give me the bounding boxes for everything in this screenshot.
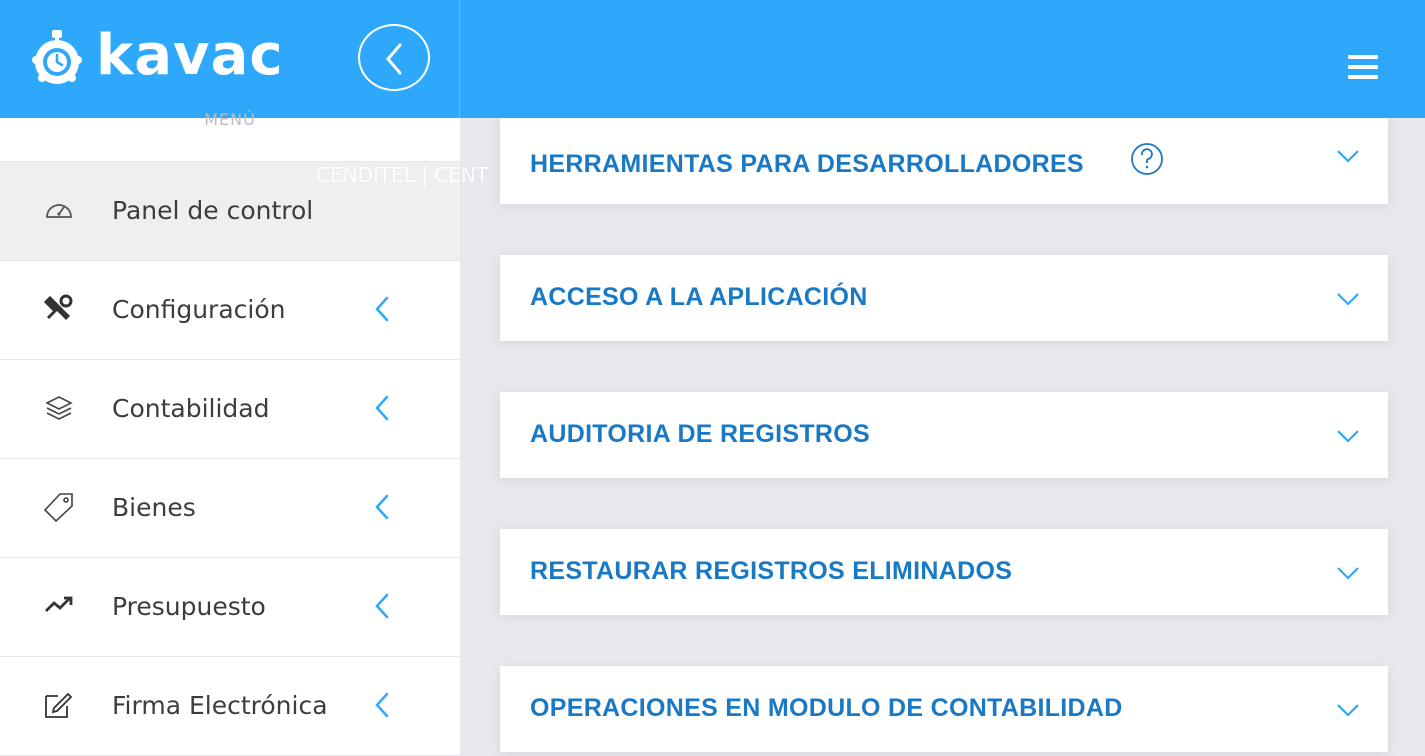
collapse-sidebar-button[interactable] <box>358 24 430 91</box>
sidebar-item-label: Contabilidad <box>112 394 270 423</box>
sidebar-item-contabilidad[interactable]: Contabilidad <box>0 360 460 459</box>
watermark-text: CENDITEL | CENT <box>316 163 489 187</box>
card-herramientas-desarrolladores[interactable]: HERRAMIENTAS PARA DESARROLLADORES <box>500 118 1388 204</box>
dashboard-icon <box>46 204 72 218</box>
chevron-left-icon <box>375 692 389 718</box>
card-title: RESTAURAR REGISTROS ELIMINADOS <box>530 557 1013 585</box>
card-operaciones-contabilidad[interactable]: OPERACIONES EN MODULO DE CONTABILIDAD <box>500 666 1388 752</box>
sidebar-item-label: Presupuesto <box>112 592 266 621</box>
edit-icon <box>45 692 73 718</box>
chevron-down-icon[interactable] <box>1336 148 1360 164</box>
card-title: OPERACIONES EN MODULO DE CONTABILIDAD <box>530 694 1123 722</box>
card-title: AUDITORIA DE REGISTROS <box>530 420 870 448</box>
sidebar-item-configuracion[interactable]: Configuración <box>0 261 460 360</box>
top-header: kavac <box>0 0 1425 118</box>
chevron-left-icon <box>375 296 389 322</box>
layers-icon <box>45 396 73 420</box>
app-logo-text[interactable]: kavac <box>96 26 284 86</box>
sidebar-item-firma-electronica[interactable]: Firma Electrónica <box>0 657 460 756</box>
tools-icon <box>44 294 73 320</box>
chevron-down-icon[interactable] <box>1336 702 1360 718</box>
chevron-down-icon[interactable] <box>1336 291 1360 307</box>
trending-up-icon <box>45 596 73 612</box>
chevron-left-icon <box>386 43 402 75</box>
hamburger-icon[interactable] <box>1348 55 1378 79</box>
chevron-left-icon <box>375 395 389 421</box>
help-icon[interactable] <box>1130 142 1164 176</box>
card-restaurar-registros[interactable]: RESTAURAR REGISTROS ELIMINADOS <box>500 529 1388 615</box>
chevron-down-icon[interactable] <box>1336 565 1360 581</box>
tag-icon <box>44 493 73 522</box>
gear-clock-icon <box>32 30 82 84</box>
sidebar-item-presupuesto[interactable]: Presupuesto <box>0 558 460 657</box>
chevron-left-icon <box>375 593 389 619</box>
brand-area: kavac <box>0 0 460 118</box>
sidebar: MENÚ Panel de control Configuración Cont… <box>0 110 460 756</box>
card-auditoria-registros[interactable]: AUDITORIA DE REGISTROS <box>500 392 1388 478</box>
card-title: ACCESO A LA APLICACIÓN <box>530 283 868 311</box>
sidebar-item-label: Bienes <box>112 493 196 522</box>
sidebar-title: MENÚ <box>204 110 256 129</box>
sidebar-item-bienes[interactable]: Bienes <box>0 459 460 558</box>
sidebar-item-label: Panel de control <box>112 196 314 225</box>
sidebar-item-label: Configuración <box>112 295 286 324</box>
chevron-down-icon[interactable] <box>1336 428 1360 444</box>
sidebar-item-label: Firma Electrónica <box>112 691 328 720</box>
card-acceso-aplicacion[interactable]: ACCESO A LA APLICACIÓN <box>500 255 1388 341</box>
card-title: HERRAMIENTAS PARA DESARROLLADORES <box>530 150 1084 178</box>
chevron-left-icon <box>375 494 389 520</box>
